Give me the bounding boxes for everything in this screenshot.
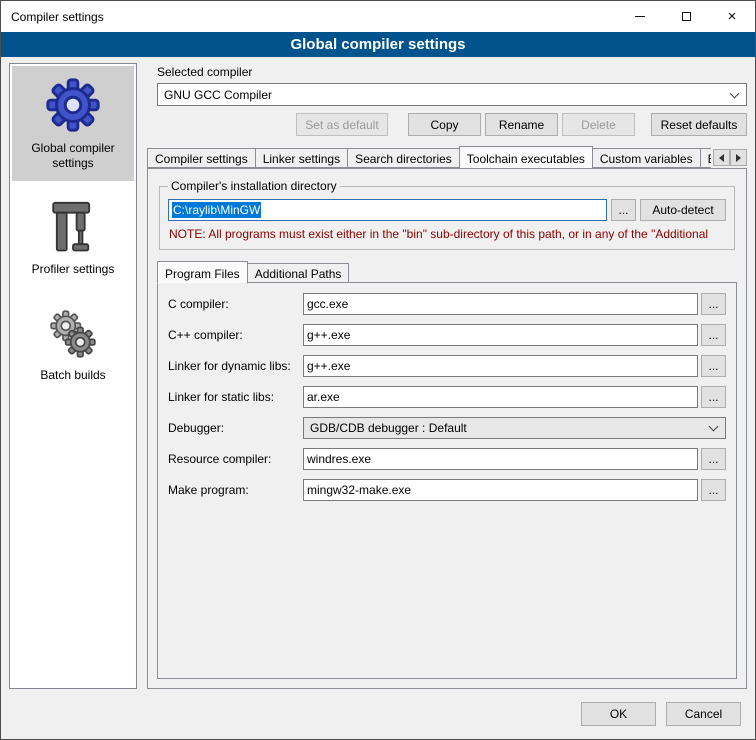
install-dir-selected-text: C:\raylib\MinGW [172, 202, 261, 218]
input-value: gcc.exe [307, 297, 348, 311]
resource-compiler-input[interactable]: windres.exe [303, 448, 698, 470]
minimize-button[interactable] [617, 1, 663, 32]
field-label: Make program: [168, 483, 303, 497]
set-as-default-button[interactable]: Set as default [296, 113, 388, 136]
field-label: Debugger: [168, 421, 303, 435]
close-button[interactable]: × [709, 1, 755, 32]
close-icon: × [728, 9, 737, 24]
static-linker-input[interactable]: ar.exe [303, 386, 698, 408]
maximize-button[interactable] [663, 1, 709, 32]
dynamic-linker-browse-button[interactable]: ... [701, 355, 726, 377]
static-linker-browse-button[interactable]: ... [701, 386, 726, 408]
tab-scroll-right-button[interactable] [730, 149, 747, 166]
subtab-program-files[interactable]: Program Files [157, 261, 248, 284]
install-dir-input[interactable]: C:\raylib\MinGW [168, 199, 607, 221]
resource-compiler-row: Resource compiler: windres.exe ... [168, 448, 726, 470]
main-area: Global compiler settings Profiler set [1, 57, 755, 697]
reset-defaults-button[interactable]: Reset defaults [651, 113, 747, 136]
select-value: GDB/CDB debugger : Default [310, 421, 704, 435]
compiler-action-buttons: Set as default Copy Rename Delete Reset … [147, 113, 747, 136]
rename-button[interactable]: Rename [485, 113, 558, 136]
selected-compiler-label: Selected compiler [157, 65, 747, 79]
content-area: Selected compiler GNU GCC Compiler Set a… [145, 63, 747, 689]
dynamic-linker-input[interactable]: g++.exe [303, 355, 698, 377]
blue-gear-icon [14, 74, 132, 139]
dialog-footer: OK Cancel [1, 697, 755, 739]
minimize-icon [635, 16, 645, 17]
tab-compiler-settings[interactable]: Compiler settings [147, 148, 256, 168]
tab-toolchain-executables[interactable]: Toolchain executables [459, 146, 593, 168]
cpp-compiler-row: C++ compiler: g++.exe ... [168, 324, 726, 346]
input-value: g++.exe [307, 359, 350, 373]
input-value: mingw32-make.exe [307, 483, 411, 497]
field-label: Linker for static libs: [168, 390, 303, 404]
tabbar: Compiler settings Linker settings Search… [147, 146, 747, 168]
input-value: g++.exe [307, 328, 350, 342]
install-dir-browse-button[interactable]: ... [611, 199, 636, 221]
program-files-tabbar: Program Files Additional Paths [157, 261, 737, 283]
resource-compiler-browse-button[interactable]: ... [701, 448, 726, 470]
c-compiler-input[interactable]: gcc.exe [303, 293, 698, 315]
settings-category-list: Global compiler settings Profiler set [9, 63, 137, 689]
subtab-additional-paths[interactable]: Additional Paths [247, 263, 350, 283]
field-label: Linker for dynamic libs: [168, 359, 303, 373]
gray-gears-icon [14, 305, 132, 366]
c-compiler-row: C compiler: gcc.exe ... [168, 293, 726, 315]
profiler-clamp-icon [14, 199, 132, 260]
window-title: Compiler settings [11, 10, 104, 24]
titlebar[interactable]: Compiler settings × [1, 1, 755, 32]
tab-scroll-left-button[interactable] [713, 149, 730, 166]
debugger-row: Debugger: GDB/CDB debugger : Default [168, 417, 726, 439]
cpp-compiler-input[interactable]: g++.exe [303, 324, 698, 346]
installation-directory-group-title: Compiler's installation directory [168, 179, 340, 193]
chevron-down-icon [730, 88, 740, 98]
input-value: ar.exe [307, 390, 340, 404]
sidebar-item-global-compiler-settings[interactable]: Global compiler settings [12, 66, 134, 181]
sidebar-item-label: Global compiler settings [14, 141, 132, 171]
sidebar-item-batch-builds[interactable]: Batch builds [12, 297, 134, 393]
chevron-down-icon [709, 422, 719, 432]
cpp-compiler-browse-button[interactable]: ... [701, 324, 726, 346]
installation-directory-row: C:\raylib\MinGW ... Auto-detect [168, 199, 726, 221]
sidebar-item-label: Profiler settings [14, 262, 132, 277]
tab-build-options[interactable]: Buil [700, 148, 711, 168]
installation-directory-group: Compiler's installation directory C:\ray… [159, 179, 735, 250]
input-value: windres.exe [307, 452, 371, 466]
make-program-row: Make program: mingw32-make.exe ... [168, 479, 726, 501]
right-arrow-icon [736, 154, 741, 162]
cancel-button[interactable]: Cancel [666, 702, 741, 726]
debugger-select[interactable]: GDB/CDB debugger : Default [303, 417, 726, 439]
field-label: C compiler: [168, 297, 303, 311]
compiler-settings-dialog: Compiler settings × Global compiler sett… [0, 0, 756, 740]
page-title: Global compiler settings [1, 32, 755, 57]
bin-subdirectory-note: NOTE: All programs must exist either in … [169, 227, 725, 241]
program-files-panel: C compiler: gcc.exe ... C++ compiler: g+… [157, 282, 737, 679]
auto-detect-button[interactable]: Auto-detect [640, 199, 726, 221]
ok-button[interactable]: OK [581, 702, 656, 726]
sidebar-item-label: Batch builds [14, 368, 132, 383]
sidebar-item-profiler-settings[interactable]: Profiler settings [12, 191, 134, 287]
static-linker-row: Linker for static libs: ar.exe ... [168, 386, 726, 408]
tab-scroll-controls [713, 149, 747, 166]
copy-button[interactable]: Copy [408, 113, 481, 136]
tab-custom-variables[interactable]: Custom variables [592, 148, 701, 168]
tab-search-directories[interactable]: Search directories [347, 148, 460, 168]
toolchain-executables-panel: Compiler's installation directory C:\ray… [147, 168, 747, 689]
tab-linker-settings[interactable]: Linker settings [255, 148, 348, 168]
make-program-input[interactable]: mingw32-make.exe [303, 479, 698, 501]
dynamic-linker-row: Linker for dynamic libs: g++.exe ... [168, 355, 726, 377]
field-label: Resource compiler: [168, 452, 303, 466]
combobox-value: GNU GCC Compiler [164, 88, 725, 102]
delete-button[interactable]: Delete [562, 113, 635, 136]
c-compiler-browse-button[interactable]: ... [701, 293, 726, 315]
field-label: C++ compiler: [168, 328, 303, 342]
tabstrip: Compiler settings Linker settings Search… [147, 146, 711, 168]
maximize-icon [682, 12, 691, 21]
left-arrow-icon [719, 154, 724, 162]
selected-compiler-combobox[interactable]: GNU GCC Compiler [157, 83, 747, 106]
window-controls: × [617, 1, 755, 32]
make-program-browse-button[interactable]: ... [701, 479, 726, 501]
